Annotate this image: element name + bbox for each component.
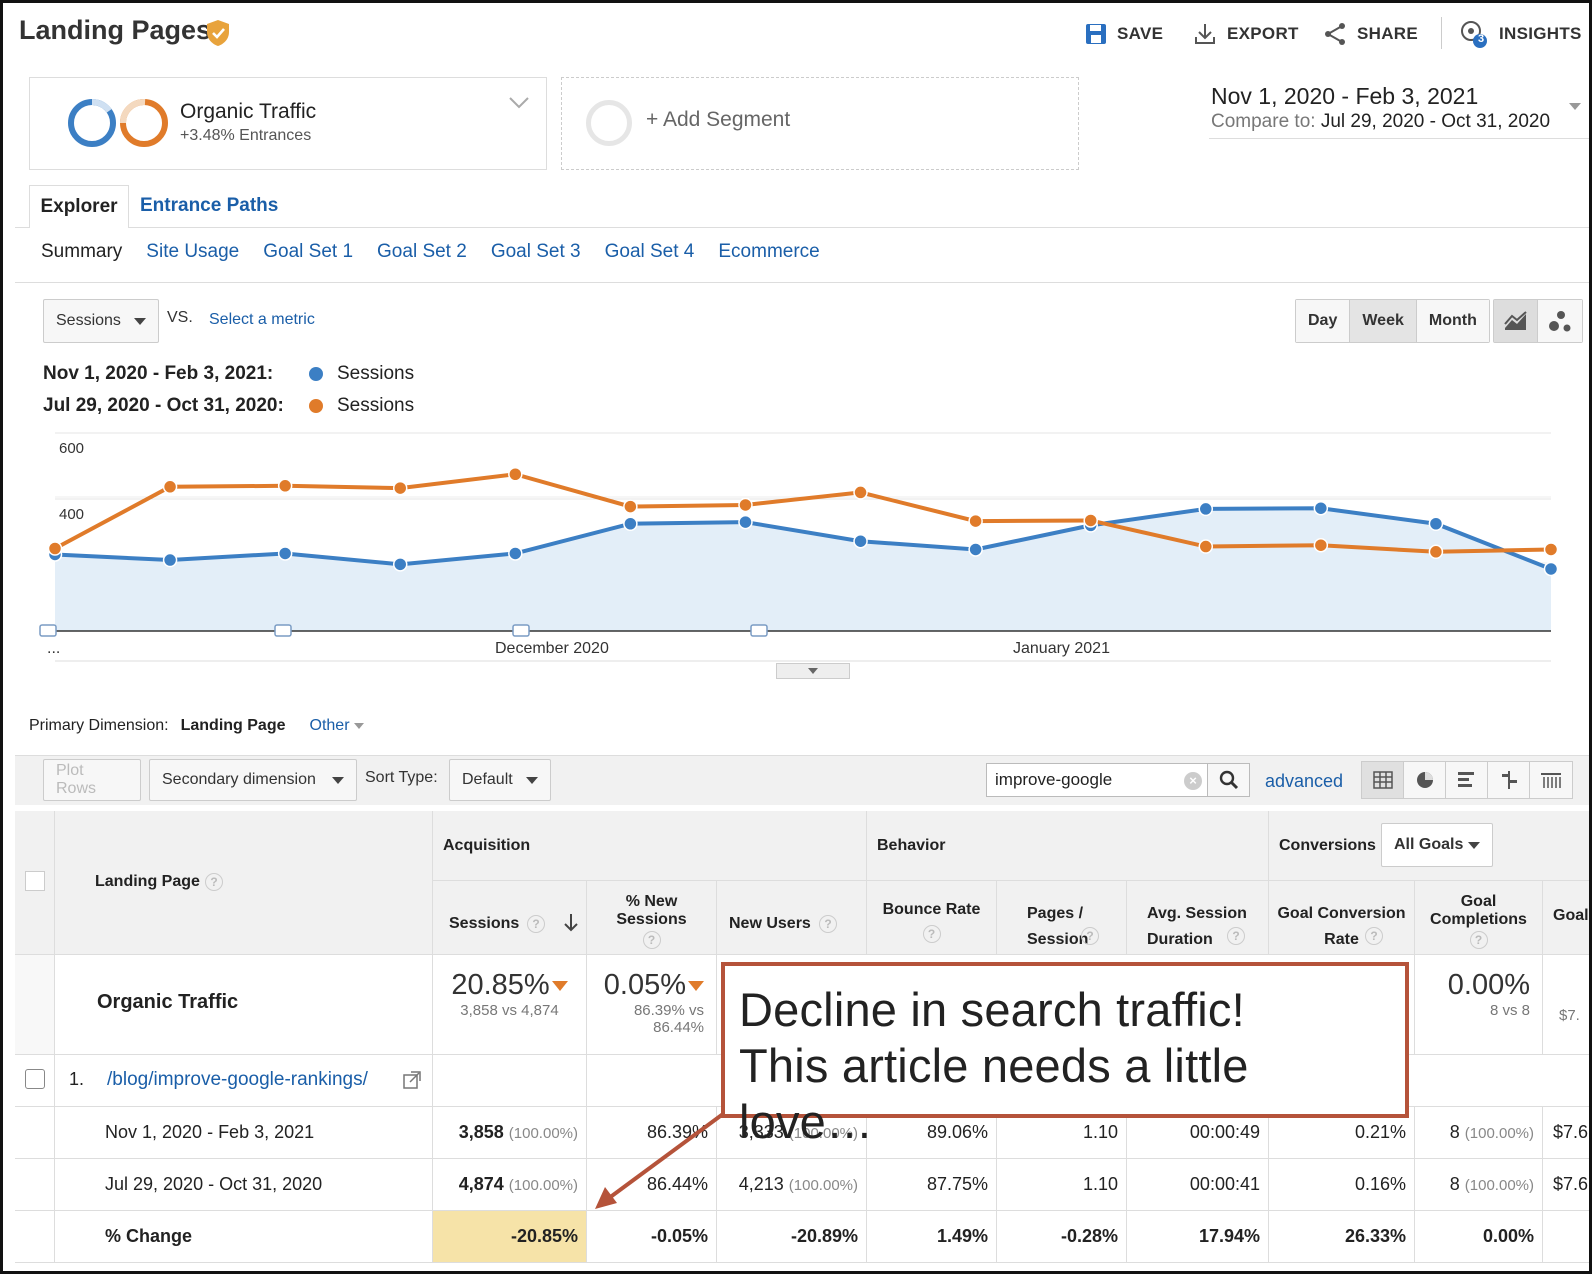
callout-line-1: Decline in search traffic!	[739, 983, 1245, 1036]
callout-line-2: This article needs a little love…	[739, 1039, 1249, 1148]
landing-pages-report: Landing Pages SAVE EXPORT SHARE 3 INSIGH…	[0, 0, 1592, 1274]
annotation-callout: Decline in search traffic! This article …	[721, 962, 1409, 1148]
